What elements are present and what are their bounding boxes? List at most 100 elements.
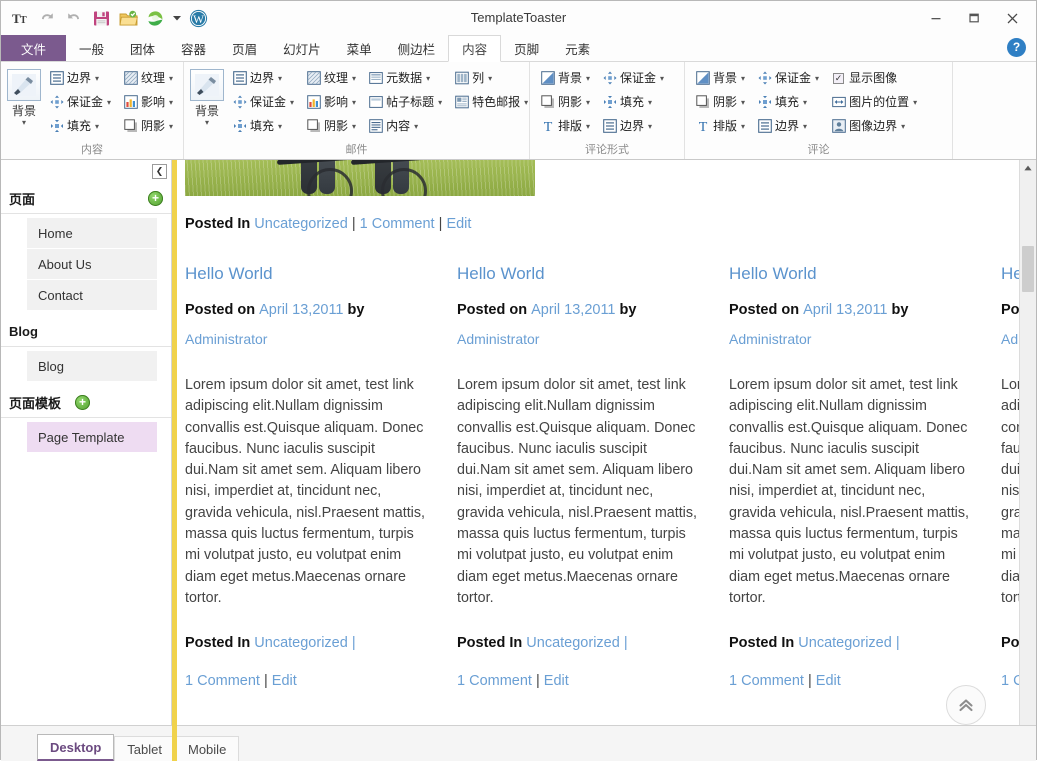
chevron-down-icon[interactable]: ▾ bbox=[95, 74, 99, 83]
chevron-down-icon[interactable]: ▾ bbox=[803, 122, 807, 131]
content-texture-button[interactable]: 纹理 ▾ bbox=[119, 67, 177, 89]
tab-tablet[interactable]: Tablet bbox=[114, 736, 175, 761]
chevron-down-icon[interactable]: ▾ bbox=[586, 98, 590, 107]
scroll-to-top-button[interactable] bbox=[946, 685, 986, 725]
template-canvas[interactable]: Posted In Uncategorized | 1 Comment | Ed… bbox=[177, 160, 1019, 744]
sidebar-item-blog[interactable]: Blog bbox=[27, 351, 157, 381]
post-title-link[interactable]: Hello World bbox=[729, 264, 1001, 284]
chevron-down-icon[interactable]: ▾ bbox=[660, 74, 664, 83]
mail-metadata-button[interactable]: 元数据 ▾ bbox=[364, 67, 446, 89]
chevron-down-icon[interactable]: ▾ bbox=[107, 98, 111, 107]
collapse-panel-button[interactable]: ❮ bbox=[152, 164, 167, 179]
chevron-down-icon[interactable]: ▾ bbox=[278, 122, 282, 131]
comments-link[interactable]: 1 Comment bbox=[457, 673, 532, 689]
post-date[interactable]: April 13,2011 bbox=[259, 302, 343, 318]
chevron-down-icon[interactable]: ▾ bbox=[803, 98, 807, 107]
comments-link[interactable]: 1 Comment bbox=[360, 216, 435, 232]
post-author-link[interactable]: Administrator bbox=[185, 325, 457, 353]
chevron-down-icon[interactable]: ▾ bbox=[741, 98, 745, 107]
comments-link[interactable]: 1 Comment bbox=[1001, 673, 1019, 689]
post-title-link[interactable]: Hello World bbox=[1001, 264, 1019, 284]
tab-group[interactable]: 团体 bbox=[117, 35, 168, 61]
mail-featured-post-button[interactable]: 特色邮报 ▾ bbox=[450, 91, 532, 113]
tab-container[interactable]: 容器 bbox=[168, 35, 219, 61]
tab-sidebar[interactable]: 侧边栏 bbox=[385, 35, 449, 61]
tab-elements[interactable]: 元素 bbox=[552, 35, 603, 61]
category-link[interactable]: Uncategorized bbox=[254, 635, 348, 651]
tab-content[interactable]: 内容 bbox=[448, 35, 502, 62]
maximize-button[interactable] bbox=[956, 7, 992, 29]
vertical-scrollbar-thumb[interactable] bbox=[1022, 246, 1034, 292]
comments-background-button[interactable]: 背景 ▾ bbox=[691, 67, 749, 89]
comments-border-button[interactable]: 边界 ▾ bbox=[753, 115, 823, 137]
chevron-down-icon[interactable]: ▾ bbox=[913, 98, 917, 107]
chevron-down-icon[interactable]: ▾ bbox=[169, 74, 173, 83]
post-title-link[interactable]: Hello World bbox=[185, 264, 457, 284]
comments-show-image-checkbox[interactable]: ✓ 显示图像 bbox=[827, 67, 921, 89]
comment-form-padding-button[interactable]: 填充 ▾ bbox=[598, 91, 668, 113]
comments-margin-button[interactable]: 保证金 ▾ bbox=[753, 67, 823, 89]
minimize-button[interactable] bbox=[918, 7, 954, 29]
content-padding-button[interactable]: 填充 ▾ bbox=[45, 115, 115, 137]
mail-background-button[interactable]: 背景 ▾ bbox=[190, 67, 224, 127]
category-link[interactable]: Uncategorized bbox=[254, 216, 348, 232]
chevron-down-icon[interactable]: ▾ bbox=[352, 122, 356, 131]
tab-file[interactable]: 文件 bbox=[1, 35, 67, 61]
tab-desktop[interactable]: Desktop bbox=[37, 734, 115, 761]
content-background-button[interactable]: 背景 ▾ bbox=[7, 67, 41, 127]
tab-mobile[interactable]: Mobile bbox=[175, 736, 240, 761]
chevron-down-icon[interactable]: ▾ bbox=[169, 98, 173, 107]
content-border-button[interactable]: 边界 ▾ bbox=[45, 67, 115, 89]
post-title-link[interactable]: Hello World bbox=[457, 264, 729, 284]
chevron-down-icon[interactable]: ▾ bbox=[586, 122, 590, 131]
tab-slideshow[interactable]: 幻灯片 bbox=[270, 35, 334, 61]
comment-form-typography-button[interactable]: T 排版 ▾ bbox=[536, 115, 594, 137]
checkbox-checked-icon[interactable]: ✓ bbox=[831, 71, 846, 86]
mail-shadow-button[interactable]: 阴影 ▾ bbox=[302, 115, 360, 137]
vertical-scrollbar[interactable] bbox=[1019, 160, 1036, 744]
comments-link[interactable]: 1 Comment bbox=[185, 673, 260, 689]
add-page-button[interactable]: + bbox=[148, 191, 163, 206]
scroll-up-arrow[interactable] bbox=[1020, 160, 1036, 176]
close-button[interactable] bbox=[994, 7, 1030, 29]
chevron-down-icon[interactable]: ▾ bbox=[741, 74, 745, 83]
chevron-down-icon[interactable]: ▾ bbox=[648, 98, 652, 107]
chevron-down-icon[interactable]: ▾ bbox=[815, 74, 819, 83]
tab-footer[interactable]: 页脚 bbox=[501, 35, 552, 61]
sidebar-item-home[interactable]: Home bbox=[27, 218, 157, 248]
chevron-down-icon[interactable]: ▾ bbox=[352, 98, 356, 107]
comments-padding-button[interactable]: 填充 ▾ bbox=[753, 91, 823, 113]
comment-form-shadow-button[interactable]: 阴影 ▾ bbox=[536, 91, 594, 113]
chevron-down-icon[interactable]: ▾ bbox=[488, 74, 492, 83]
chevron-down-icon[interactable]: ▾ bbox=[290, 98, 294, 107]
chevron-down-icon[interactable]: ▾ bbox=[169, 122, 173, 131]
comments-image-position-button[interactable]: 图片的位置 ▾ bbox=[827, 91, 921, 113]
chevron-down-icon[interactable]: ▾ bbox=[741, 122, 745, 131]
edit-link[interactable]: Edit bbox=[272, 673, 297, 689]
help-icon[interactable]: ? bbox=[1007, 38, 1026, 57]
comments-typography-button[interactable]: T 排版 ▾ bbox=[691, 115, 749, 137]
mail-border-button[interactable]: 边界 ▾ bbox=[228, 67, 298, 89]
comments-link[interactable]: 1 Comment bbox=[729, 673, 804, 689]
mail-effects-button[interactable]: 影响 ▾ bbox=[302, 91, 360, 113]
chevron-down-icon[interactable]: ▾ bbox=[426, 74, 430, 83]
mail-texture-button[interactable]: 纹理 ▾ bbox=[302, 67, 360, 89]
post-date[interactable]: April 13,2011 bbox=[531, 302, 615, 318]
post-date[interactable]: April 13,2011 bbox=[803, 302, 887, 318]
comments-shadow-button[interactable]: 阴影 ▾ bbox=[691, 91, 749, 113]
mail-post-title-button[interactable]: 帖子标题 ▾ bbox=[364, 91, 446, 113]
mail-columns-button[interactable]: 列 ▾ bbox=[450, 67, 532, 89]
category-link[interactable]: Uncategorized bbox=[798, 635, 892, 651]
mail-content-button[interactable]: 内容 ▾ bbox=[364, 115, 446, 137]
sidebar-item-page-template[interactable]: Page Template bbox=[27, 422, 157, 452]
post-author-link[interactable]: Administrator bbox=[729, 325, 1001, 353]
sidebar-item-about-us[interactable]: About Us bbox=[27, 249, 157, 279]
comment-form-margin-button[interactable]: 保证金 ▾ bbox=[598, 67, 668, 89]
content-shadow-button[interactable]: 阴影 ▾ bbox=[119, 115, 177, 137]
category-link[interactable]: Uncategorized bbox=[526, 635, 620, 651]
comment-form-border-button[interactable]: 边界 ▾ bbox=[598, 115, 668, 137]
post-author-link[interactable]: Administrator bbox=[457, 325, 729, 353]
content-effects-button[interactable]: 影响 ▾ bbox=[119, 91, 177, 113]
mail-padding-button[interactable]: 填充 ▾ bbox=[228, 115, 298, 137]
chevron-down-icon[interactable]: ▾ bbox=[95, 122, 99, 131]
